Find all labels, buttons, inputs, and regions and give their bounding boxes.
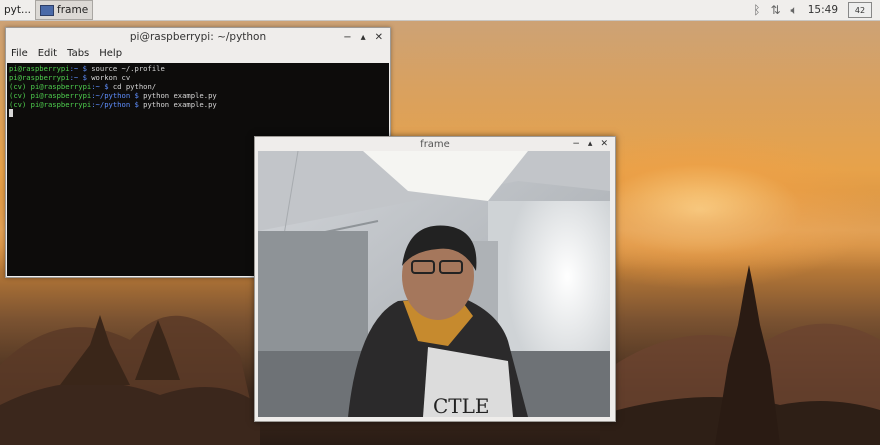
terminal-line: (cv) pi@raspberrypi:~/python $ python ex… — [9, 91, 217, 100]
terminal-cursor-line — [9, 109, 387, 119]
taskbar-item-label: frame — [57, 4, 89, 16]
window-icon — [40, 4, 55, 16]
menu-help[interactable]: Help — [99, 48, 122, 59]
camera-frame: CTLE — [258, 151, 610, 417]
taskbar-item-frame[interactable]: frame — [35, 0, 94, 20]
clock[interactable]: 15:49 — [808, 4, 838, 16]
window-title: frame — [420, 138, 450, 150]
bluetooth-icon[interactable]: ᛒ — [753, 3, 760, 17]
terminal-menubar: File Edit Tabs Help — [6, 46, 390, 61]
minimize-icon[interactable]: − — [343, 32, 351, 43]
minimize-icon[interactable]: − — [572, 139, 580, 149]
webcam-image: CTLE — [258, 151, 610, 417]
terminal-line: pi@raspberrypi:~ $ source ~/.profile — [9, 64, 165, 73]
close-icon[interactable]: ✕ — [600, 139, 608, 149]
taskbar: pyt... frame ᛒ ⇅ 🔈︎ 15:49 42 — [0, 0, 880, 21]
menu-file[interactable]: File — [11, 48, 28, 59]
network-updown-icon[interactable]: ⇅ — [770, 3, 780, 17]
taskbar-item-terminal[interactable]: pyt... — [0, 1, 35, 19]
terminal-line: pi@raspberrypi:~ $ workon cv — [9, 73, 131, 82]
terminal-line: (cv) pi@raspberrypi:~ $ cd python/ — [9, 82, 157, 91]
terminal-line: (cv) pi@raspberrypi:~/python $ python ex… — [9, 100, 217, 109]
menu-tabs[interactable]: Tabs — [67, 48, 89, 59]
maximize-icon[interactable]: ▴ — [361, 32, 366, 43]
taskbar-item-label: pyt... — [4, 4, 32, 16]
close-icon[interactable]: ✕ — [375, 32, 383, 43]
text-cursor — [9, 109, 13, 117]
window-title: pi@raspberrypi: ~/python — [129, 31, 267, 43]
frame-titlebar[interactable]: frame − ▴ ✕ — [255, 137, 615, 151]
maximize-icon[interactable]: ▴ — [588, 139, 593, 149]
terminal-titlebar[interactable]: pi@raspberrypi: ~/python − ▴ ✕ — [6, 28, 390, 46]
volume-icon[interactable]: 🔈︎ — [791, 3, 798, 18]
system-tray: ᛒ ⇅ 🔈︎ 15:49 42 — [753, 2, 880, 18]
cpu-monitor[interactable]: 42 — [848, 2, 872, 18]
menu-edit[interactable]: Edit — [38, 48, 57, 59]
shirt-text: CTLE — [433, 394, 490, 417]
frame-window[interactable]: frame − ▴ ✕ CTLE — [254, 136, 616, 422]
